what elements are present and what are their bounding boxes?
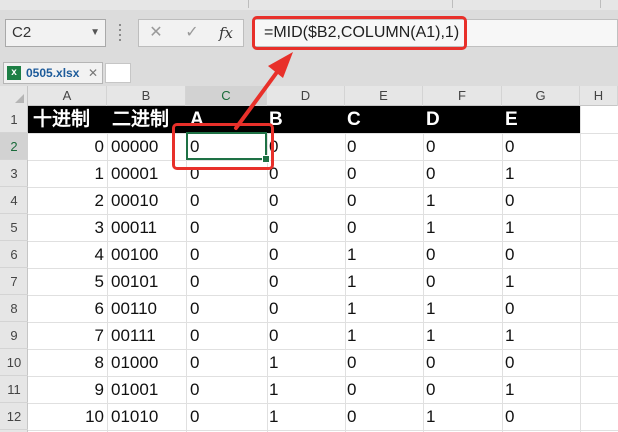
annotation-arrow [234, 52, 293, 130]
arrow-shaft [234, 66, 282, 130]
arrow-head-icon [268, 52, 293, 78]
